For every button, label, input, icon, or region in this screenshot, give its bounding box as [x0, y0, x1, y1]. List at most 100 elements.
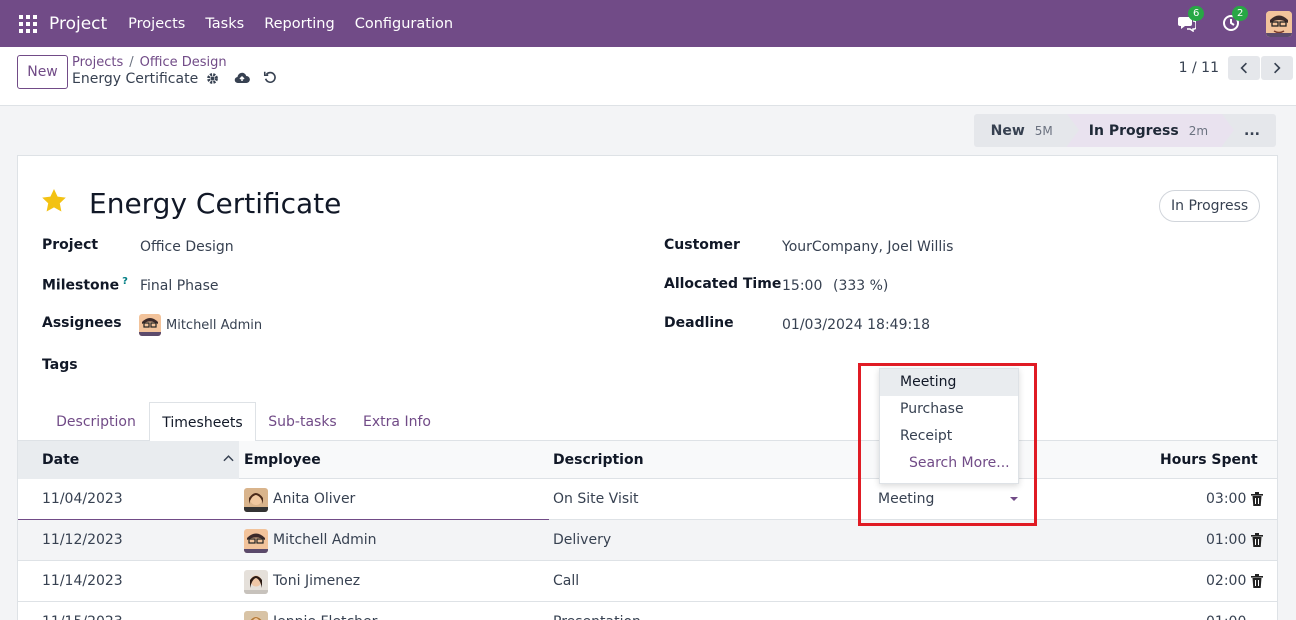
- discuss-icon[interactable]: 6: [1178, 5, 1205, 34]
- discard-undo-icon[interactable]: [263, 70, 279, 86]
- stage-statusbar: New 5M In Progress 2m ...: [973, 114, 1276, 147]
- deadline-label: Deadline: [664, 315, 734, 331]
- pager-next-button[interactable]: [1261, 56, 1293, 80]
- row-date[interactable]: 11/14/2023: [42, 561, 123, 602]
- column-hours-spent[interactable]: Hours Spent: [1160, 441, 1258, 479]
- trash-icon[interactable]: [1251, 492, 1263, 506]
- tab-sub-tasks[interactable]: Sub-tasks: [256, 402, 349, 441]
- row-date[interactable]: 11/04/2023: [42, 479, 123, 520]
- row-description[interactable]: Presentation: [553, 602, 641, 620]
- row-description[interactable]: Call: [553, 561, 579, 602]
- row-hours[interactable]: 01:00: [1206, 520, 1246, 561]
- employee-avatar: [244, 569, 268, 594]
- employee-avatar: [244, 528, 268, 553]
- project-label: Project: [42, 237, 99, 253]
- row-employee[interactable]: Anita Oliver: [244, 479, 355, 520]
- breadcrumb-office-design[interactable]: Office Design: [140, 55, 227, 70]
- row-date[interactable]: 11/15/2023: [42, 602, 123, 620]
- stage-in-progress[interactable]: In Progress 2m: [1066, 114, 1235, 147]
- allocated-time-field[interactable]: 15:00: [782, 278, 822, 294]
- row-employee[interactable]: Mitchell Admin: [244, 520, 377, 561]
- record-name-label: Energy Certificate: [72, 71, 199, 87]
- notebook-tabs: Description Timesheets Sub-tasks Extra I…: [18, 402, 1277, 442]
- top-navbar: Project Projects Tasks Reporting Configu…: [0, 0, 1296, 47]
- trash-icon[interactable]: [1251, 533, 1263, 547]
- timesheet-table-header: Date Employee Description Hours Spent: [18, 441, 1277, 479]
- assignees-label: Assignees: [42, 315, 122, 331]
- table-row[interactable]: 11/12/2023 Mitchell Admin Delivery 01:00: [18, 520, 1277, 561]
- employee-avatar: [244, 487, 268, 512]
- customer-label: Customer: [664, 237, 740, 253]
- stage-new-count: 5M: [1034, 123, 1053, 138]
- table-row[interactable]: 11/04/2023 Anita Oliver On Site Visit Me…: [18, 479, 1277, 520]
- menu-projects[interactable]: Projects: [128, 16, 185, 32]
- chevron-left-icon: [1240, 62, 1247, 74]
- row-description[interactable]: On Site Visit: [553, 479, 639, 520]
- cloud-save-icon[interactable]: [234, 70, 250, 86]
- activity-badge: 2: [1232, 5, 1249, 21]
- task-title[interactable]: Energy Certificate: [89, 187, 341, 220]
- employee-name: Mitchell Admin: [273, 532, 377, 548]
- column-description[interactable]: Description: [553, 441, 644, 479]
- highlight-annotation-box: [858, 363, 1037, 526]
- pager-previous-button[interactable]: [1228, 56, 1260, 80]
- employee-name: Anita Oliver: [273, 491, 356, 507]
- employee-name: Toni Jimenez: [273, 573, 361, 589]
- menu-tasks[interactable]: Tasks: [205, 16, 244, 32]
- tab-description[interactable]: Description: [44, 402, 148, 441]
- apps-menu-icon[interactable]: [19, 14, 37, 33]
- row-hours[interactable]: 03:00: [1206, 479, 1246, 520]
- assignee-name: Mitchell Admin: [166, 317, 263, 333]
- trash-icon[interactable]: [1251, 574, 1263, 588]
- milestone-field[interactable]: Final Phase: [140, 278, 219, 294]
- gear-icon[interactable]: [206, 72, 220, 86]
- breadcrumb-projects[interactable]: Projects: [72, 55, 123, 70]
- pager-value[interactable]: 1 / 11: [1179, 60, 1219, 76]
- table-row[interactable]: 11/14/2023 Toni Jimenez Call 02:00: [18, 561, 1277, 602]
- stage-in-progress-count: 2m: [1188, 123, 1209, 138]
- employee-name: Jennie Fletcher: [273, 602, 377, 620]
- project-field[interactable]: Office Design: [140, 239, 234, 255]
- stage-badge[interactable]: In Progress: [1159, 190, 1261, 222]
- allocated-time-label: Allocated Time: [664, 276, 782, 292]
- assignees-field[interactable]: Mitchell Admin: [139, 314, 262, 336]
- milestone-label-text: Milestone: [42, 277, 120, 294]
- new-button[interactable]: New: [17, 55, 68, 89]
- stage-new[interactable]: New 5M: [973, 114, 1079, 147]
- deadline-field[interactable]: 01/03/2024 18:49:18: [782, 317, 930, 333]
- tab-timesheets[interactable]: Timesheets: [149, 402, 256, 442]
- row-employee[interactable]: Jennie Fletcher: [244, 602, 377, 620]
- row-date[interactable]: 11/12/2023: [42, 520, 123, 561]
- discuss-badge: 6: [1188, 5, 1205, 21]
- row-employee[interactable]: Toni Jimenez: [244, 561, 360, 602]
- priority-star-icon[interactable]: [40, 187, 68, 215]
- row-hours[interactable]: 01:00: [1206, 602, 1246, 620]
- table-row[interactable]: 11/15/2023 Jennie Fletcher Presentation …: [18, 602, 1277, 620]
- stage-more-label: ...: [1244, 122, 1260, 139]
- allocated-percentage: (333 %): [833, 278, 889, 294]
- help-icon[interactable]: ?: [122, 276, 128, 287]
- form-sheet: Energy Certificate In Progress Project O…: [17, 155, 1278, 620]
- row-description[interactable]: Delivery: [553, 520, 611, 561]
- record-name: Energy Certificate: [72, 71, 220, 87]
- tags-label: Tags: [42, 357, 78, 373]
- customer-field[interactable]: YourCompany, Joel Willis: [782, 239, 953, 255]
- breadcrumb: Projects / Office Design: [72, 55, 227, 70]
- milestone-label: Milestone?: [42, 276, 128, 294]
- user-avatar[interactable]: [1266, 10, 1292, 37]
- row-hours[interactable]: 02:00: [1206, 561, 1246, 602]
- stage-new-label: New: [990, 122, 1025, 139]
- stage-in-progress-label: In Progress: [1088, 122, 1179, 139]
- control-panel: New Projects / Office Design Energy Certif…: [0, 47, 1296, 106]
- menu-configuration[interactable]: Configuration: [355, 16, 453, 32]
- activity-clock-icon[interactable]: 2: [1222, 5, 1249, 34]
- tab-extra-info[interactable]: Extra Info: [351, 402, 443, 441]
- column-employee[interactable]: Employee: [244, 441, 321, 479]
- chevron-right-icon: [1274, 62, 1281, 74]
- app-name[interactable]: Project: [49, 14, 107, 34]
- employee-avatar: [244, 610, 268, 620]
- sort-ascending-icon[interactable]: [223, 454, 234, 462]
- menu-reporting[interactable]: Reporting: [264, 16, 335, 32]
- column-date[interactable]: Date: [42, 441, 79, 479]
- assignee-avatar: [139, 314, 161, 336]
